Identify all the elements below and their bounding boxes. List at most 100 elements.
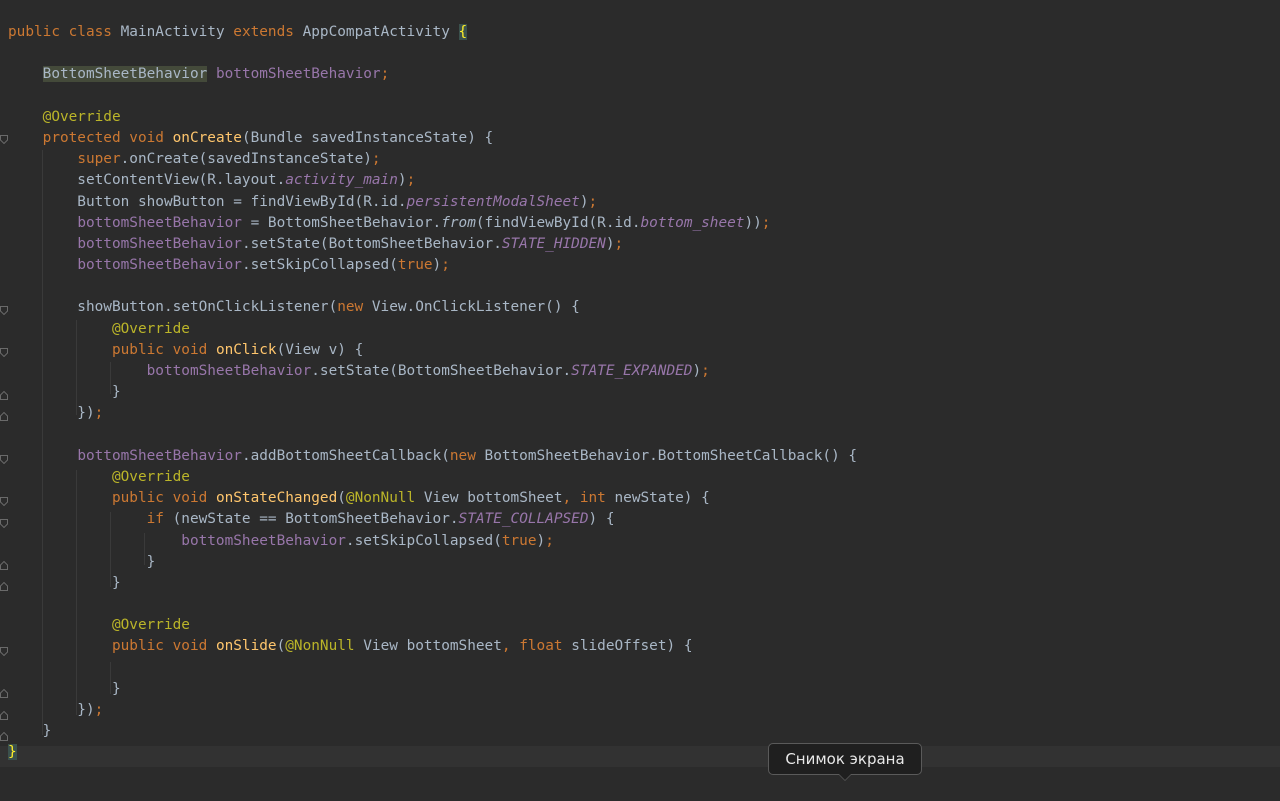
code-line[interactable]: public class MainActivity extends AppCom… — [8, 22, 857, 43]
code-line[interactable]: bottomSheetBehavior.setSkipCollapsed(tru… — [8, 531, 857, 552]
code-line[interactable]: @Override — [8, 319, 857, 340]
code-token: ) — [692, 363, 702, 379]
code-token: float — [519, 638, 572, 655]
fold-marker-icon[interactable] — [0, 391, 8, 400]
code-line[interactable] — [8, 594, 857, 615]
code-token: ; — [441, 257, 450, 274]
code-line[interactable]: bottomSheetBehavior.setState(BottomSheet… — [8, 234, 857, 255]
code-token: { — [458, 24, 468, 40]
code-line[interactable]: }); — [8, 700, 857, 721]
code-token: ) — [605, 235, 615, 252]
code-line[interactable] — [8, 86, 857, 107]
code-line[interactable]: if (newState == BottomSheetBehavior.STAT… — [8, 509, 857, 530]
code-line[interactable]: }); — [8, 403, 857, 424]
code-line[interactable]: protected void onCreate(Bundle savedInst… — [8, 128, 857, 149]
code-token: public void — [111, 490, 216, 507]
code-line[interactable]: } — [8, 679, 857, 700]
fold-marker-icon[interactable] — [0, 497, 8, 506]
code-line[interactable] — [8, 276, 857, 297]
code-token: true — [501, 532, 537, 549]
code-token: public void — [111, 638, 216, 655]
code-line[interactable]: } — [8, 382, 857, 403]
code-token: activity_main — [285, 172, 398, 189]
code-line[interactable]: } — [8, 552, 857, 573]
code-token: @Override — [42, 108, 121, 125]
code-line[interactable]: public void onStateChanged(@NonNull View… — [8, 488, 857, 509]
code-line[interactable]: @Override — [8, 107, 857, 128]
code-token: showButton.setOnClickListener( — [8, 299, 338, 316]
code-line[interactable]: bottomSheetBehavior.setSkipCollapsed(tru… — [8, 255, 857, 276]
code-line[interactable]: bottomSheetBehavior = BottomSheetBehavio… — [8, 213, 857, 234]
code-token: extends — [233, 24, 303, 40]
fold-marker-icon[interactable] — [0, 711, 8, 720]
code-token: ; — [761, 214, 771, 231]
fold-marker-icon[interactable] — [0, 135, 8, 144]
code-line[interactable]: Button showButton = findViewById(R.id.pe… — [8, 192, 857, 213]
code-token: ) — [536, 532, 546, 549]
code-token: setContentView(R.layout. — [8, 172, 286, 189]
code-token: ; — [94, 702, 104, 718]
code-token: .addBottomSheetCallback( — [241, 447, 450, 464]
code-token: STATE_HIDDEN — [501, 235, 606, 252]
code-token: if — [146, 511, 173, 528]
fold-marker-icon[interactable] — [0, 412, 8, 421]
code-line[interactable]: BottomSheetBehavior bottomSheetBehavior; — [8, 64, 857, 85]
code-token: new — [337, 299, 372, 316]
fold-marker-icon[interactable] — [0, 582, 8, 591]
code-token: .setState(BottomSheetBehavior. — [311, 363, 572, 379]
code-line[interactable]: @Override — [8, 615, 857, 636]
fold-marker-icon[interactable] — [0, 689, 8, 698]
code-token: @NonNull — [285, 638, 364, 655]
code-line[interactable]: bottomSheetBehavior.setState(BottomSheet… — [8, 361, 857, 382]
code-token: public class — [8, 24, 121, 40]
code-line[interactable]: bottomSheetBehavior.addBottomSheetCallba… — [8, 446, 857, 467]
code-token: onCreate — [172, 129, 242, 146]
code-content[interactable]: public class MainActivity extends AppCom… — [8, 22, 857, 764]
code-line[interactable] — [8, 658, 857, 679]
code-line[interactable]: super.onCreate(savedInstanceState); — [8, 149, 857, 170]
code-token: }) — [8, 702, 95, 718]
code-token: slideOffset) { — [571, 638, 693, 655]
code-line[interactable]: } — [8, 721, 857, 742]
code-token: BottomSheetBehavior.BottomSheetCallback(… — [484, 447, 858, 464]
code-token: View bottomSheet — [423, 490, 563, 507]
fold-marker-icon[interactable] — [0, 519, 8, 528]
fold-marker-icon[interactable] — [0, 348, 8, 357]
code-line[interactable] — [8, 425, 857, 446]
code-token: @Override — [111, 320, 190, 337]
code-token: bottomSheetBehavior — [77, 257, 242, 274]
code-token: true — [397, 257, 433, 274]
fold-marker-icon[interactable] — [0, 561, 8, 570]
code-line[interactable]: showButton.setOnClickListener(new View.O… — [8, 297, 857, 318]
fold-marker-icon[interactable] — [0, 455, 8, 464]
code-line[interactable]: } — [8, 573, 857, 594]
code-token: ) — [432, 257, 442, 274]
code-line[interactable] — [8, 43, 857, 64]
code-token: } — [8, 723, 52, 740]
fold-marker-icon[interactable] — [0, 732, 8, 741]
code-token: int — [579, 490, 615, 507]
code-token: ; — [94, 405, 104, 422]
code-token: (findViewById(R.id. — [475, 214, 641, 231]
code-token: bottomSheetBehavior — [181, 532, 346, 549]
code-line[interactable]: setContentView(R.layout.activity_main); — [8, 170, 857, 191]
code-line[interactable]: public void onClick(View v) { — [8, 340, 857, 361]
code-editor[interactable]: public class MainActivity extends AppCom… — [0, 0, 1280, 801]
code-line[interactable]: } — [8, 742, 857, 763]
code-token: .onCreate(savedInstanceState) — [120, 151, 372, 168]
fold-marker-icon[interactable] — [0, 306, 8, 315]
code-token: @Override — [111, 617, 190, 634]
code-line[interactable]: public void onSlide(@NonNull View bottom… — [8, 636, 857, 657]
code-token: public void — [111, 341, 216, 358]
code-token: bottom_sheet — [640, 214, 745, 231]
code-line[interactable]: @Override — [8, 467, 857, 488]
code-token: , — [562, 490, 580, 507]
code-token: newState) { — [614, 490, 710, 507]
fold-marker-icon[interactable] — [0, 647, 8, 656]
